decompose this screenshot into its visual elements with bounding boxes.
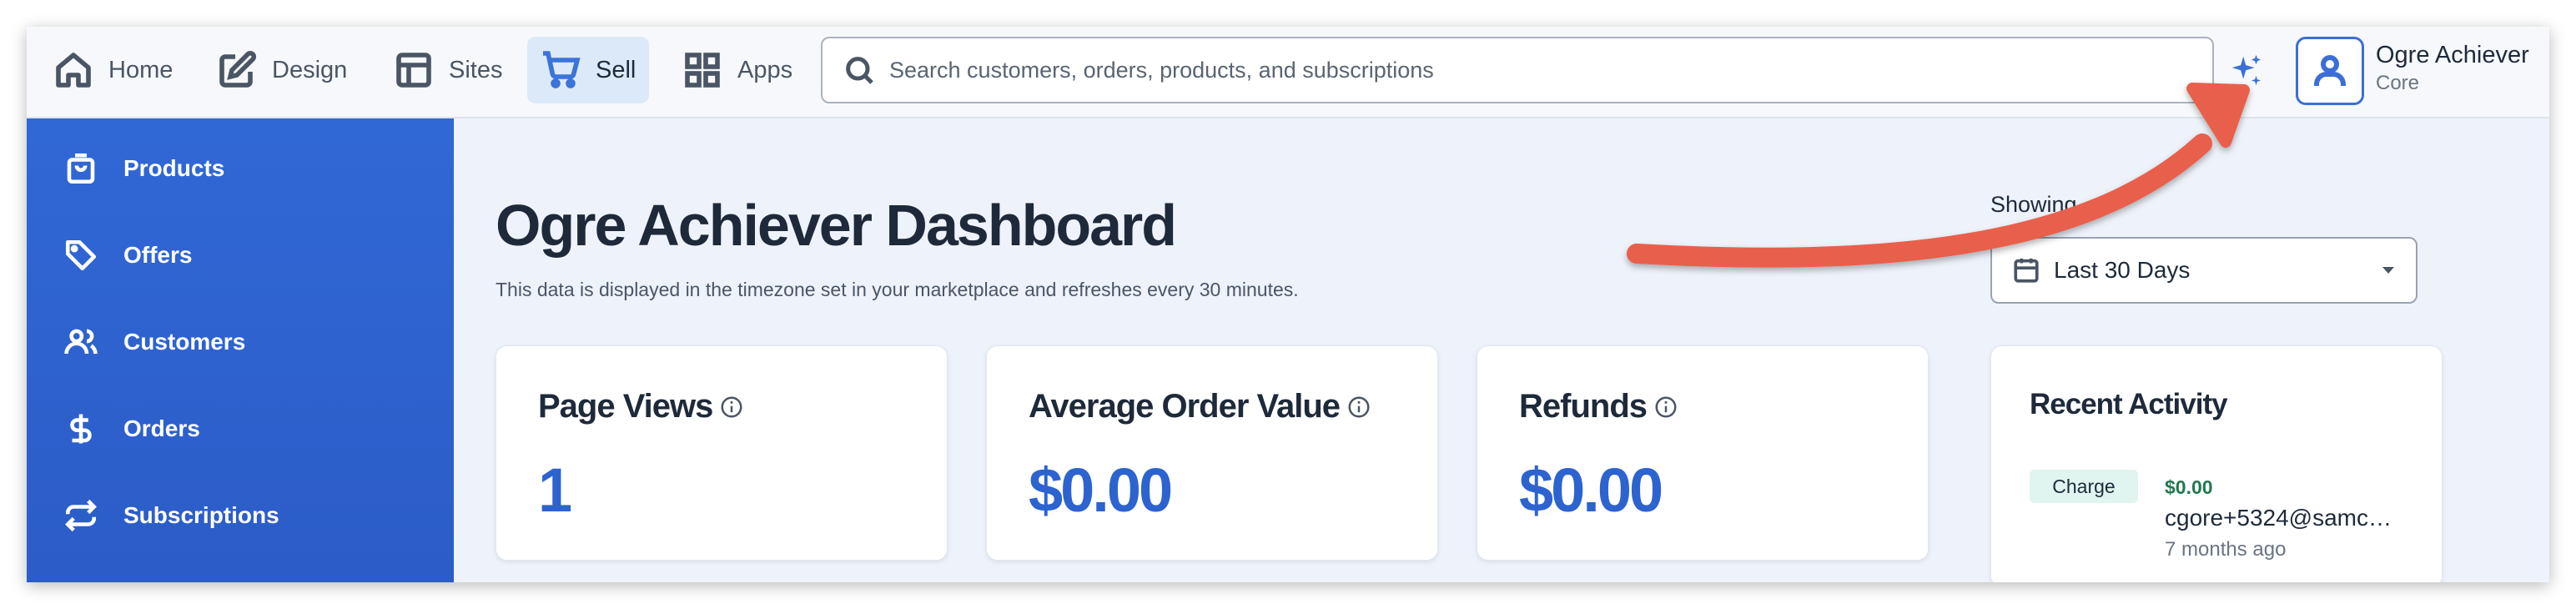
nav-home[interactable]: Home	[35, 37, 191, 103]
recent-activity-title: Recent Activity	[2030, 388, 2228, 420]
top-navigation: Home Design Sites Sell Apps Search custo…	[27, 27, 2549, 118]
nav-home-label: Home	[108, 56, 174, 83]
search-input[interactable]	[889, 57, 2141, 83]
nav-sites[interactable]: Sites	[375, 37, 521, 103]
page-subtitle: This data is displayed in the timezone s…	[496, 279, 1299, 300]
user-icon	[2314, 55, 2346, 86]
status-badge: Charge	[2030, 470, 2138, 503]
card-value: $0.00	[1519, 455, 1663, 525]
sparkle-ai-icon[interactable]	[2227, 52, 2266, 90]
nav-apps-label: Apps	[737, 56, 793, 83]
info-icon[interactable]	[1346, 395, 1371, 420]
page-title: Ogre Achiever Dashboard	[496, 193, 1177, 258]
card-title: Average Order Value	[1029, 388, 1371, 425]
sidebar-item-label: Customers	[123, 329, 246, 355]
search-icon	[846, 57, 873, 84]
grid-icon	[685, 53, 720, 88]
sidebar-item-orders[interactable]: Orders	[63, 404, 200, 454]
search-bar[interactable]	[821, 37, 2214, 103]
card-title: Refunds	[1519, 388, 1678, 425]
user-plan: Core	[2376, 72, 2420, 94]
date-range-value: Last 30 Days	[2054, 257, 2191, 283]
nav-apps[interactable]: Apps	[664, 37, 811, 103]
card-value: $0.00	[1029, 455, 1173, 525]
avatar[interactable]	[2296, 37, 2364, 105]
recent-activity-card: Recent Activity Charge $0.00 cgore+5324@…	[1990, 345, 2443, 582]
sidebar-item-products[interactable]: Products	[63, 143, 224, 194]
cart-icon	[543, 51, 581, 88]
user-name[interactable]: Ogre Achiever	[2376, 42, 2529, 69]
sidebar-item-customers[interactable]: Customers	[63, 317, 245, 367]
nav-design[interactable]: Design	[199, 37, 365, 103]
refunds-card: Refunds $0.00	[1477, 345, 1929, 561]
activity-email[interactable]: cgore+5324@samc…	[2165, 505, 2392, 531]
sidebar-item-label: Orders	[123, 415, 200, 441]
info-icon[interactable]	[1653, 395, 1678, 420]
sidebar: Products Offers Customers Orders Subscri…	[27, 118, 454, 582]
sidebar-item-subscriptions[interactable]: Subscriptions	[63, 491, 279, 541]
chevron-down-icon	[2382, 267, 2394, 274]
users-icon	[64, 329, 98, 355]
sidebar-item-label: Offers	[123, 242, 193, 268]
card-title-text: Page Views	[538, 388, 713, 425]
repeat-icon	[65, 499, 97, 532]
info-icon[interactable]	[719, 395, 744, 420]
nav-sites-label: Sites	[449, 56, 503, 83]
tag-icon	[65, 239, 97, 271]
dollar-icon	[70, 414, 92, 444]
sidebar-item-offers[interactable]: Offers	[63, 230, 192, 280]
calendar-icon	[2014, 258, 2039, 283]
layout-icon	[396, 53, 431, 88]
home-icon	[56, 53, 91, 88]
app-window: Home Design Sites Sell Apps Search custo…	[27, 27, 2549, 582]
sidebar-item-label: Products	[123, 155, 225, 181]
average-order-value-card: Average Order Value $0.00	[986, 345, 1438, 561]
activity-amount: $0.00	[2165, 476, 2213, 498]
nav-sell-label: Sell	[596, 56, 636, 83]
card-title: Page Views	[538, 388, 744, 425]
bag-icon	[67, 153, 95, 184]
showing-label: Showing	[1990, 192, 2077, 217]
card-title-text: Average Order Value	[1029, 388, 1341, 425]
nav-sell[interactable]: Sell	[527, 37, 650, 103]
activity-time: 7 months ago	[2165, 538, 2287, 561]
nav-design-label: Design	[272, 56, 348, 83]
card-value: 1	[538, 455, 572, 525]
edit-icon	[219, 51, 256, 88]
card-title-text: Refunds	[1519, 388, 1648, 425]
page-views-card: Page Views 1	[496, 345, 948, 561]
sidebar-item-label: Subscriptions	[123, 502, 279, 528]
date-range-select[interactable]: Last 30 Days	[1990, 237, 2418, 304]
